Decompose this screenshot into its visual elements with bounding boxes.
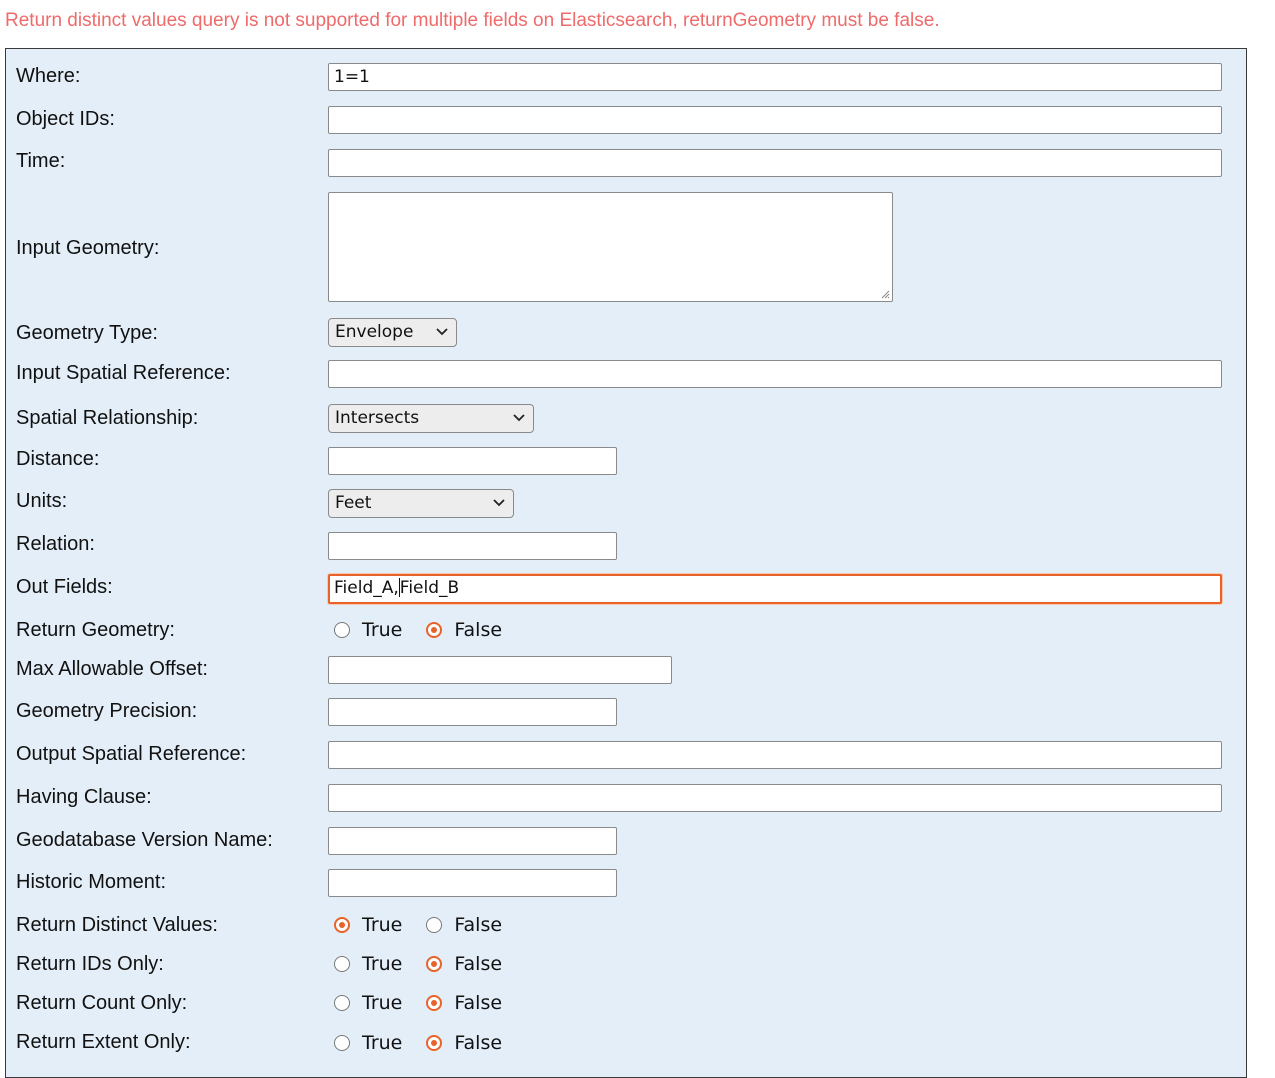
- return-distinct-values-radio-group: True False: [334, 914, 502, 936]
- geometry-type-label: Geometry Type:: [16, 322, 158, 344]
- return-count-only-label: Return Count Only:: [16, 992, 188, 1014]
- having-clause-label: Having Clause:: [16, 786, 152, 808]
- spatial-relationship-value: Intersects: [335, 408, 420, 428]
- where-label: Where:: [16, 65, 81, 87]
- radio-button-selected[interactable]: [426, 995, 443, 1011]
- radio-label: False: [454, 953, 503, 975]
- return-geometry-false-option[interactable]: False: [426, 619, 502, 641]
- geometry-precision-label: Geometry Precision:: [16, 700, 198, 722]
- where-input[interactable]: 1=1: [328, 63, 1222, 91]
- radio-label: True: [362, 992, 403, 1014]
- resize-grip-icon[interactable]: [880, 289, 890, 299]
- geometry-type-select[interactable]: Envelope: [328, 318, 457, 347]
- radio-label: True: [362, 1032, 403, 1054]
- return-ids-only-radio-group: True False: [334, 953, 502, 975]
- object-ids-label: Object IDs:: [16, 108, 115, 130]
- max-allowable-offset-label: Max Allowable Offset:: [16, 658, 208, 680]
- radio-button[interactable]: [334, 622, 350, 638]
- return-count-only-true-option[interactable]: True: [334, 992, 402, 1014]
- radio-button-selected[interactable]: [426, 1035, 443, 1051]
- radio-label: False: [454, 914, 503, 936]
- geometry-type-value: Envelope: [335, 322, 414, 342]
- query-form: Where: 1=1 Object IDs: Time: Input Geome…: [5, 48, 1247, 1078]
- spatial-relationship-label: Spatial Relationship:: [16, 407, 199, 429]
- radio-label: True: [362, 953, 403, 975]
- units-value: Feet: [335, 493, 372, 513]
- return-extent-only-true-option[interactable]: True: [334, 1032, 402, 1054]
- radio-button[interactable]: [334, 1035, 350, 1051]
- radio-button[interactable]: [426, 917, 443, 933]
- geodatabase-version-name-label: Geodatabase Version Name:: [16, 829, 273, 851]
- input-spatial-reference-input[interactable]: [328, 360, 1222, 388]
- distance-input[interactable]: [328, 447, 617, 475]
- return-geometry-true-option[interactable]: True: [334, 619, 402, 641]
- radio-label: True: [362, 619, 403, 641]
- output-spatial-reference-label: Output Spatial Reference:: [16, 743, 247, 765]
- return-extent-only-false-option[interactable]: False: [426, 1032, 502, 1054]
- radio-button-selected[interactable]: [426, 956, 443, 972]
- return-ids-only-true-option[interactable]: True: [334, 953, 402, 975]
- out-fields-value-after-caret: Field_B: [399, 578, 460, 598]
- radio-label: False: [454, 1032, 503, 1054]
- input-geometry-label: Input Geometry:: [16, 237, 160, 259]
- geodatabase-version-name-input[interactable]: [328, 827, 617, 855]
- historic-moment-label: Historic Moment:: [16, 871, 167, 893]
- relation-input[interactable]: [328, 532, 617, 560]
- chevron-down-icon: [436, 328, 448, 336]
- return-extent-only-label: Return Extent Only:: [16, 1031, 191, 1053]
- return-geometry-radio-group: True False: [334, 619, 502, 641]
- return-ids-only-label: Return IDs Only:: [16, 953, 164, 975]
- out-fields-value-before-caret: Field_A,: [334, 578, 399, 598]
- return-distinct-values-false-option[interactable]: False: [426, 914, 502, 936]
- out-fields-label: Out Fields:: [16, 576, 113, 598]
- input-spatial-reference-label: Input Spatial Reference:: [16, 362, 231, 384]
- error-message: Return distinct values query is not supp…: [5, 10, 940, 31]
- out-fields-input[interactable]: Field_A,Field_B: [328, 574, 1222, 604]
- historic-moment-input[interactable]: [328, 869, 617, 897]
- having-clause-input[interactable]: [328, 784, 1222, 812]
- return-distinct-values-true-option[interactable]: True: [334, 914, 402, 936]
- time-input[interactable]: [328, 149, 1222, 177]
- distance-label: Distance:: [16, 448, 100, 470]
- return-extent-only-radio-group: True False: [334, 1032, 502, 1054]
- return-count-only-false-option[interactable]: False: [426, 992, 502, 1014]
- input-geometry-textarea[interactable]: [328, 192, 893, 302]
- spatial-relationship-select[interactable]: Intersects: [328, 404, 534, 433]
- chevron-down-icon: [493, 499, 505, 507]
- object-ids-input[interactable]: [328, 106, 1222, 134]
- return-count-only-radio-group: True False: [334, 992, 502, 1014]
- radio-button-selected[interactable]: [426, 622, 443, 638]
- return-distinct-values-label: Return Distinct Values:: [16, 914, 218, 936]
- radio-button-selected[interactable]: [334, 917, 350, 933]
- max-allowable-offset-input[interactable]: [328, 656, 672, 684]
- geometry-precision-input[interactable]: [328, 698, 617, 726]
- units-select[interactable]: Feet: [328, 489, 514, 518]
- output-spatial-reference-input[interactable]: [328, 741, 1222, 769]
- radio-label: False: [454, 992, 503, 1014]
- radio-button[interactable]: [334, 956, 350, 972]
- time-label: Time:: [16, 150, 66, 172]
- radio-label: True: [362, 914, 403, 936]
- radio-label: False: [454, 619, 503, 641]
- return-ids-only-false-option[interactable]: False: [426, 953, 502, 975]
- relation-label: Relation:: [16, 533, 95, 555]
- units-label: Units:: [16, 490, 68, 512]
- chevron-down-icon: [513, 414, 525, 422]
- radio-button[interactable]: [334, 995, 350, 1011]
- return-geometry-label: Return Geometry:: [16, 619, 175, 641]
